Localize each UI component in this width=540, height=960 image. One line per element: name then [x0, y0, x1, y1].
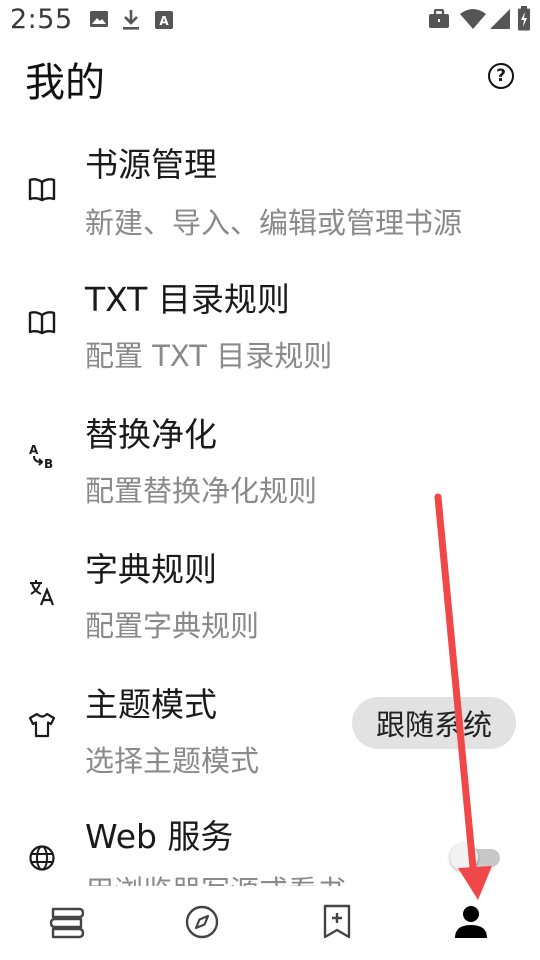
nav-discover[interactable]: [182, 902, 222, 942]
bookmark-add-icon: [323, 904, 351, 939]
compass-icon: [185, 905, 219, 939]
settings-list: 书源管理 新建、导入、编辑或管理书源 TXT 目录规则 配置 TXT 目录规则 …: [0, 0, 540, 886]
item-subtitle: 配置替换净化规则: [85, 474, 318, 508]
item-title: 主题模式: [85, 685, 217, 724]
item-title: 书源管理: [85, 145, 217, 184]
replace-ab-icon: A B: [29, 443, 53, 471]
web-service-toggle[interactable]: [450, 843, 500, 871]
item-subtitle: 用浏览器写源或看书: [85, 868, 346, 886]
list-item-book-source[interactable]: 书源管理 新建、导入、编辑或管理书源: [0, 125, 540, 255]
book-icon: [28, 311, 56, 335]
person-icon: [455, 906, 487, 938]
nav-rss[interactable]: [317, 902, 357, 942]
list-item-txt-toc-rules[interactable]: TXT 目录规则 配置 TXT 目录规则: [0, 260, 540, 390]
item-subtitle: 新建、导入、编辑或管理书源: [85, 206, 463, 240]
bottom-navigation: [0, 886, 540, 960]
theme-mode-value[interactable]: 跟随系统: [352, 697, 516, 749]
item-title: 替换净化: [85, 415, 217, 454]
item-title: Web 服务: [85, 817, 234, 856]
svg-text:A: A: [29, 443, 39, 457]
nav-my[interactable]: [451, 902, 491, 942]
book-icon: [28, 178, 56, 202]
item-title: 字典规则: [85, 550, 217, 589]
list-item-replace-rules[interactable]: A B 替换净化 配置替换净化规则: [0, 395, 540, 525]
svg-text:B: B: [44, 457, 53, 471]
toggle-thumb: [450, 843, 478, 871]
item-subtitle: 配置字典规则: [85, 609, 260, 643]
translate-icon: [30, 580, 55, 606]
nav-bookshelf[interactable]: [47, 902, 87, 942]
globe-icon: [29, 845, 55, 871]
list-item-dict-rules[interactable]: 字典规则 配置字典规则: [0, 530, 540, 660]
bookshelf-icon: [49, 907, 85, 939]
tshirt-icon: [28, 712, 56, 738]
item-subtitle: 配置 TXT 目录规则: [85, 339, 333, 373]
item-subtitle: 选择主题模式: [85, 744, 260, 778]
item-title: TXT 目录规则: [85, 280, 290, 319]
